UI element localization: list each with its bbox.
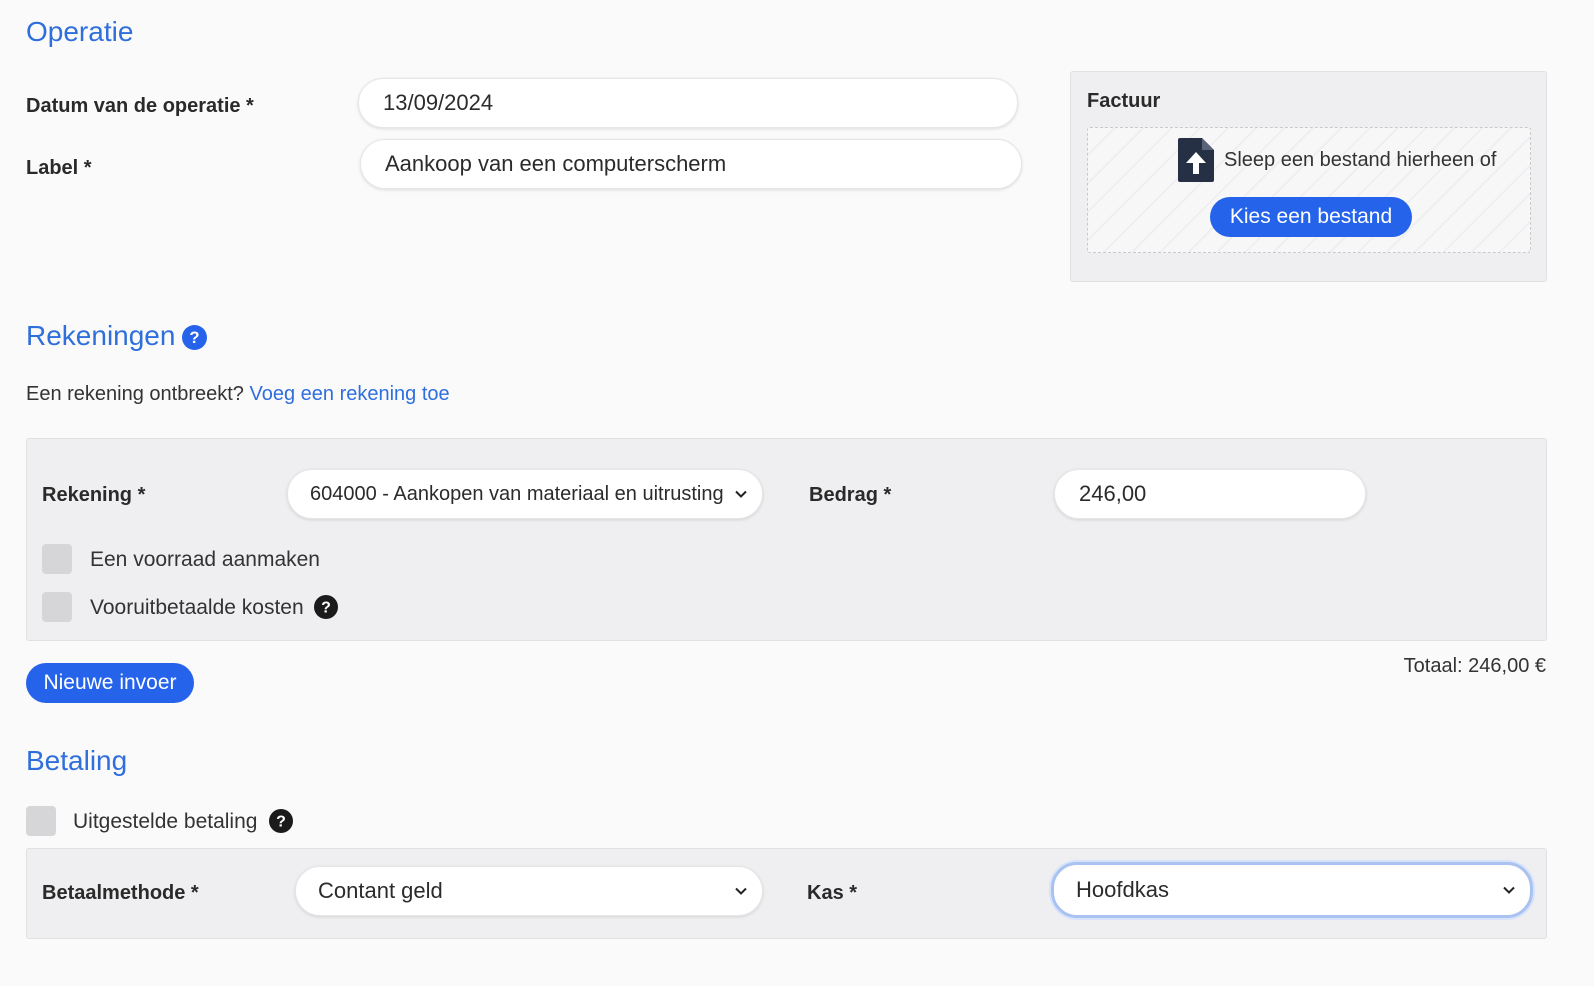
kas-select[interactable]: Hoofdkas	[1051, 862, 1533, 918]
payment-method-select[interactable]: Contant geld	[295, 866, 763, 916]
date-input[interactable]: 13/09/2024	[358, 78, 1018, 128]
payment-method-value: Contant geld	[318, 878, 443, 903]
chevron-down-icon	[1503, 886, 1515, 894]
account-select[interactable]: 604000 - Aankopen van materiaal en uitru…	[287, 469, 763, 519]
date-label: Datum van de operatie *	[26, 95, 254, 117]
prepaid-costs-label: Vooruitbetaalde kosten	[90, 596, 304, 619]
factuur-title: Factuur	[1087, 90, 1161, 112]
operatie-title: Operatie	[26, 16, 134, 47]
rekeningen-title: Rekeningen	[26, 320, 176, 351]
svg-text:?: ?	[189, 328, 199, 347]
amount-input[interactable]: 246,00	[1054, 469, 1366, 519]
choose-file-button[interactable]: Kies een bestand	[1210, 197, 1412, 237]
deferred-help-icon[interactable]: ?	[269, 809, 293, 838]
deferred-payment-checkbox[interactable]	[26, 806, 56, 836]
factuur-panel: Factuur Sleep een bestand hierheen of Ki…	[1070, 71, 1547, 282]
payment-method-label: Betaalmethode *	[42, 882, 199, 904]
drop-text: Sleep een bestand hierheen of	[1224, 149, 1497, 171]
payment-panel: Betaalmethode * Contant geld Kas * Hoofd…	[26, 848, 1547, 939]
label-label: Label *	[26, 157, 92, 179]
file-upload-icon	[1176, 136, 1216, 189]
kas-value: Hoofdkas	[1076, 877, 1169, 902]
amount-label: Bedrag *	[809, 484, 892, 506]
account-entry-panel: Rekening * 604000 - Aankopen van materia…	[26, 438, 1547, 641]
account-label: Rekening *	[42, 484, 146, 506]
prepaid-costs-checkbox[interactable]	[42, 592, 72, 622]
create-stock-label: Een voorraad aanmaken	[90, 548, 320, 571]
new-entry-button[interactable]: Nieuwe invoer	[26, 663, 194, 703]
total-amount: Totaal: 246,00 €	[1403, 655, 1546, 677]
missing-account-text: Een rekening ontbreekt?	[26, 383, 244, 405]
label-input[interactable]: Aankoop van een computerscherm	[360, 139, 1022, 189]
create-stock-checkbox[interactable]	[42, 544, 72, 574]
account-select-value: 604000 - Aankopen van materiaal en uitru…	[310, 482, 724, 505]
svg-text:?: ?	[276, 814, 286, 831]
add-account-link[interactable]: Voeg een rekening toe	[250, 383, 450, 405]
prepaid-help-icon[interactable]: ?	[314, 595, 338, 624]
svg-text:?: ?	[321, 600, 331, 617]
rekeningen-help-icon[interactable]: ?	[182, 325, 207, 355]
kas-label: Kas *	[807, 882, 858, 904]
chevron-down-icon	[735, 887, 747, 895]
file-dropzone[interactable]: Sleep een bestand hierheen of Kies een b…	[1087, 127, 1531, 253]
chevron-down-icon	[735, 490, 747, 498]
betaling-title: Betaling	[26, 745, 128, 776]
deferred-payment-label: Uitgestelde betaling	[73, 810, 258, 833]
missing-account-row: Een rekening ontbreekt? Voeg een rekenin…	[26, 383, 450, 406]
